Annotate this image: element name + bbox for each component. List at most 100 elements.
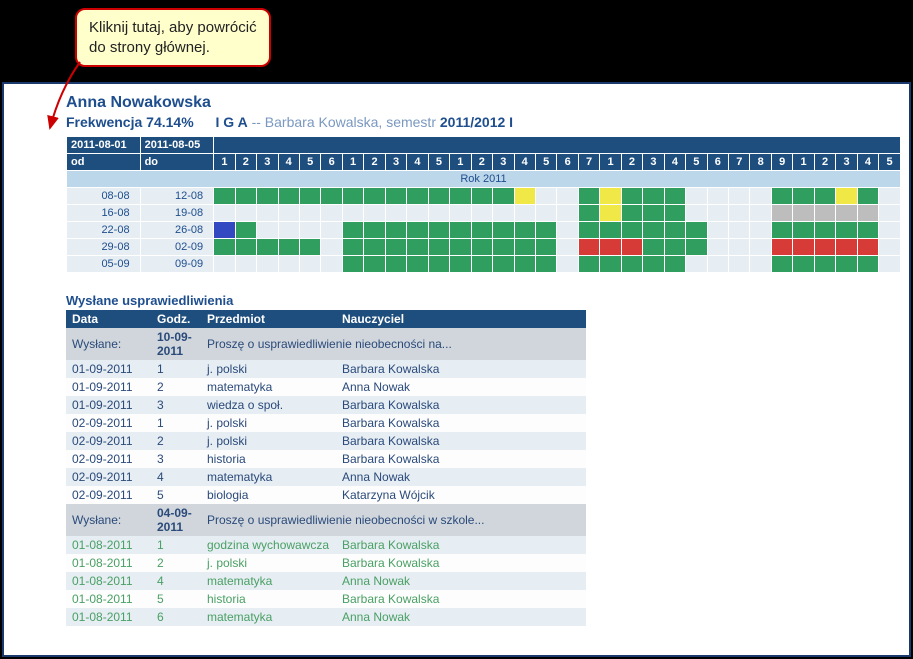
att-cell[interactable] [278, 205, 299, 222]
att-cell[interactable] [686, 239, 707, 256]
att-cell[interactable] [385, 222, 406, 239]
att-cell[interactable] [235, 239, 256, 256]
att-cell[interactable] [557, 222, 578, 239]
att-cell[interactable] [621, 222, 642, 239]
att-cell[interactable] [493, 239, 514, 256]
att-cell[interactable] [385, 205, 406, 222]
att-cell[interactable] [257, 222, 278, 239]
att-cell[interactable] [771, 239, 792, 256]
att-cell[interactable] [385, 239, 406, 256]
att-cell[interactable] [814, 222, 835, 239]
att-cell[interactable] [793, 205, 814, 222]
att-cell[interactable] [364, 205, 385, 222]
att-cell[interactable] [235, 256, 256, 273]
att-cell[interactable] [857, 222, 878, 239]
att-cell[interactable] [836, 256, 857, 273]
att-cell[interactable] [643, 188, 664, 205]
att-cell[interactable] [214, 188, 235, 205]
att-cell[interactable] [278, 188, 299, 205]
att-cell[interactable] [407, 239, 428, 256]
att-cell[interactable] [643, 256, 664, 273]
att-cell[interactable] [686, 188, 707, 205]
att-cell[interactable] [857, 256, 878, 273]
att-cell[interactable] [857, 188, 878, 205]
att-cell[interactable] [836, 205, 857, 222]
att-cell[interactable] [686, 222, 707, 239]
to-date[interactable]: 2011-08-05 [140, 137, 214, 154]
att-cell[interactable] [621, 256, 642, 273]
att-cell[interactable] [879, 239, 901, 256]
att-cell[interactable] [257, 205, 278, 222]
att-cell[interactable] [879, 222, 901, 239]
att-cell[interactable] [600, 256, 621, 273]
att-cell[interactable] [428, 222, 449, 239]
att-cell[interactable] [771, 256, 792, 273]
att-cell[interactable] [771, 222, 792, 239]
att-cell[interactable] [471, 256, 492, 273]
att-cell[interactable] [793, 256, 814, 273]
att-cell[interactable] [321, 222, 342, 239]
att-cell[interactable] [836, 222, 857, 239]
att-cell[interactable] [321, 188, 342, 205]
att-cell[interactable] [879, 256, 901, 273]
att-cell[interactable] [729, 188, 750, 205]
att-cell[interactable] [535, 256, 556, 273]
att-cell[interactable] [299, 205, 320, 222]
att-cell[interactable] [600, 205, 621, 222]
att-cell[interactable] [407, 205, 428, 222]
att-cell[interactable] [535, 239, 556, 256]
att-cell[interactable] [879, 188, 901, 205]
att-cell[interactable] [471, 239, 492, 256]
att-cell[interactable] [729, 205, 750, 222]
att-cell[interactable] [471, 188, 492, 205]
att-cell[interactable] [428, 188, 449, 205]
att-cell[interactable] [707, 205, 728, 222]
att-cell[interactable] [814, 188, 835, 205]
att-cell[interactable] [600, 188, 621, 205]
att-cell[interactable] [214, 239, 235, 256]
att-cell[interactable] [428, 256, 449, 273]
att-cell[interactable] [342, 256, 363, 273]
att-cell[interactable] [514, 239, 535, 256]
att-cell[interactable] [257, 188, 278, 205]
att-cell[interactable] [535, 205, 556, 222]
att-cell[interactable] [535, 188, 556, 205]
att-cell[interactable] [879, 205, 901, 222]
att-cell[interactable] [836, 188, 857, 205]
att-cell[interactable] [493, 205, 514, 222]
att-cell[interactable] [450, 188, 471, 205]
att-cell[interactable] [578, 205, 599, 222]
att-cell[interactable] [729, 256, 750, 273]
att-cell[interactable] [686, 205, 707, 222]
att-cell[interactable] [557, 256, 578, 273]
att-cell[interactable] [514, 188, 535, 205]
att-cell[interactable] [257, 239, 278, 256]
att-cell[interactable] [750, 239, 771, 256]
att-cell[interactable] [557, 239, 578, 256]
att-cell[interactable] [299, 188, 320, 205]
att-cell[interactable] [793, 239, 814, 256]
att-cell[interactable] [686, 256, 707, 273]
att-cell[interactable] [214, 205, 235, 222]
att-cell[interactable] [578, 239, 599, 256]
att-cell[interactable] [750, 188, 771, 205]
att-cell[interactable] [428, 239, 449, 256]
att-cell[interactable] [729, 222, 750, 239]
att-cell[interactable] [707, 256, 728, 273]
att-cell[interactable] [578, 222, 599, 239]
att-cell[interactable] [278, 239, 299, 256]
att-cell[interactable] [364, 188, 385, 205]
att-cell[interactable] [814, 239, 835, 256]
att-cell[interactable] [729, 239, 750, 256]
att-cell[interactable] [664, 222, 685, 239]
att-cell[interactable] [299, 239, 320, 256]
att-cell[interactable] [407, 222, 428, 239]
att-cell[interactable] [600, 222, 621, 239]
att-cell[interactable] [235, 188, 256, 205]
att-cell[interactable] [407, 256, 428, 273]
att-cell[interactable] [535, 222, 556, 239]
att-cell[interactable] [664, 205, 685, 222]
att-cell[interactable] [364, 222, 385, 239]
att-cell[interactable] [514, 205, 535, 222]
att-cell[interactable] [664, 239, 685, 256]
